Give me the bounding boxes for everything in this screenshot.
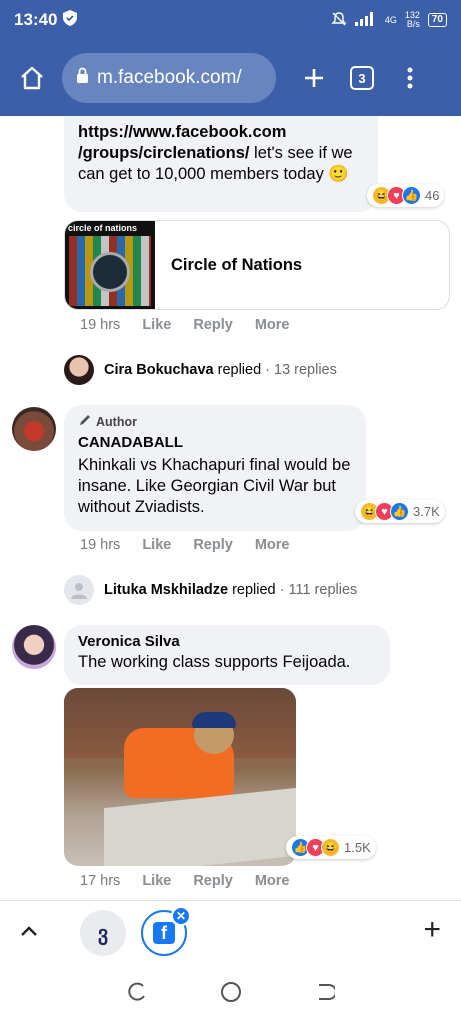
comment-actions: 19 hrs Like Reply More xyxy=(80,537,311,553)
comment-image[interactable] xyxy=(64,688,296,866)
battery-icon: 70 xyxy=(427,13,447,27)
image-slab xyxy=(104,787,296,866)
thumb-label: circle of nations xyxy=(68,223,138,233)
reply-button[interactable]: Reply xyxy=(193,873,233,889)
default-avatar-icon xyxy=(71,583,87,599)
reaction-count: 3.7K xyxy=(413,504,440,519)
pencil-icon xyxy=(78,413,92,430)
status-time: 13:40 xyxy=(14,10,58,29)
replied-label: replied xyxy=(232,582,276,598)
like-button[interactable]: Like xyxy=(142,873,171,889)
tab-count: 3 xyxy=(350,66,374,90)
reply-count-text: 13 replies xyxy=(274,362,337,378)
mute-icon xyxy=(331,11,347,30)
comment-bubble[interactable]: https://www.facebook.com /groups/circlen… xyxy=(64,116,378,212)
image-cap xyxy=(192,712,236,728)
comment-time[interactable]: 17 hrs xyxy=(80,873,120,889)
url-field[interactable]: m.facebook.com/ xyxy=(62,53,276,103)
link-preview-card[interactable]: circle of nations Circle of Nations xyxy=(64,220,450,310)
net-speed-unit: B/s xyxy=(406,19,420,29)
link-thumbnail: circle of nations xyxy=(65,221,155,309)
home-icon[interactable] xyxy=(12,58,52,98)
add-tab-button[interactable]: + xyxy=(423,913,441,947)
url-text: m.facebook.com/ xyxy=(97,67,242,88)
avatar[interactable] xyxy=(12,407,56,451)
comment-bubble[interactable]: Veronica Silva The working class support… xyxy=(64,625,390,685)
tab-thumbnail[interactable]: ვ xyxy=(80,910,126,956)
comment-bubble[interactable]: Author CANADABALL Khinkali vs Khachapuri… xyxy=(64,405,366,531)
reply-count-text: 111 replies xyxy=(288,582,358,598)
reply-count: · 111 replies xyxy=(279,582,358,598)
comment-actions: 17 hrs Like Reply More xyxy=(80,873,311,889)
status-bar: 13:40 4G 132 B/s 70 xyxy=(0,0,461,40)
comment-author[interactable]: Veronica Silva xyxy=(78,633,376,650)
more-button[interactable]: More xyxy=(255,317,290,333)
avatar xyxy=(64,575,94,605)
reply-button[interactable]: Reply xyxy=(193,317,233,333)
comment-actions: 19 hrs Like Reply More xyxy=(80,317,311,333)
replied-label: replied xyxy=(217,362,262,378)
reaction-summary[interactable]: 😆 ♥ 👍 3.7K xyxy=(355,500,445,523)
signal-icon xyxy=(354,11,377,29)
reply-count: · 13 replies xyxy=(265,362,337,378)
menu-icon[interactable] xyxy=(390,58,430,98)
replier-name: Lituka Mskhiladze xyxy=(104,582,229,598)
active-tab-thumbnail[interactable]: f ✕ xyxy=(141,906,191,956)
link-title: Circle of Nations xyxy=(171,255,303,274)
like-button[interactable]: Like xyxy=(142,537,171,553)
like-icon: 👍 xyxy=(402,186,421,205)
network-type: 4G xyxy=(384,15,397,25)
more-button[interactable]: More xyxy=(255,873,290,889)
browser-toolbar: m.facebook.com/ 3 xyxy=(0,40,461,116)
shield-icon xyxy=(63,9,78,31)
haha-icon: 😆 xyxy=(321,838,340,857)
tab-switcher-button[interactable]: 3 xyxy=(342,58,382,98)
comment-time[interactable]: 19 hrs xyxy=(80,317,120,333)
comment-author[interactable]: CANADABALL xyxy=(78,434,352,451)
lock-icon xyxy=(76,67,89,89)
reaction-count: 46 xyxy=(425,188,440,203)
net-speed: 132 B/s xyxy=(405,11,420,29)
author-badge-label: Author xyxy=(96,414,137,429)
avatar xyxy=(64,355,94,385)
avatar[interactable] xyxy=(12,625,56,669)
new-tab-button[interactable] xyxy=(294,58,334,98)
reply-button[interactable]: Reply xyxy=(193,537,233,553)
reaction-summary[interactable]: 👍 ♥ 😆 1.5K xyxy=(286,836,376,859)
circle-emblem xyxy=(90,252,130,292)
comments-feed: https://www.facebook.com /groups/circlen… xyxy=(0,116,461,900)
comment-text: https://www.facebook.com /groups/circlen… xyxy=(78,122,364,185)
close-tab-icon[interactable]: ✕ xyxy=(171,906,191,926)
facebook-icon: f xyxy=(153,922,175,944)
comment-text: Khinkali vs Khachapuri final would be in… xyxy=(78,456,351,516)
reaction-count: 1.5K xyxy=(344,840,371,855)
georgian-script-icon: ვ xyxy=(97,922,109,945)
author-badge: Author xyxy=(78,413,352,430)
recents-icon[interactable] xyxy=(127,982,147,1007)
tab-strip: ვ f ✕ + xyxy=(0,900,461,964)
replier-name: Cira Bokuchava xyxy=(104,362,214,378)
back-icon[interactable] xyxy=(315,982,337,1007)
system-nav-bar xyxy=(0,964,461,1024)
more-button[interactable]: More xyxy=(255,537,290,553)
collapse-tabs-icon[interactable] xyxy=(18,921,40,948)
like-icon: 👍 xyxy=(390,502,409,521)
comment-text: The working class supports Feijoada. xyxy=(78,653,351,671)
replies-link[interactable]: Lituka Mskhiladze replied · 111 replies xyxy=(64,575,357,605)
like-button[interactable]: Like xyxy=(142,317,171,333)
reaction-summary[interactable]: 😆 ♥ 👍 46 xyxy=(367,184,445,207)
comment-time[interactable]: 19 hrs xyxy=(80,537,120,553)
replies-link[interactable]: Cira Bokuchava replied · 13 replies xyxy=(64,355,337,385)
home-nav-icon[interactable] xyxy=(220,981,242,1008)
